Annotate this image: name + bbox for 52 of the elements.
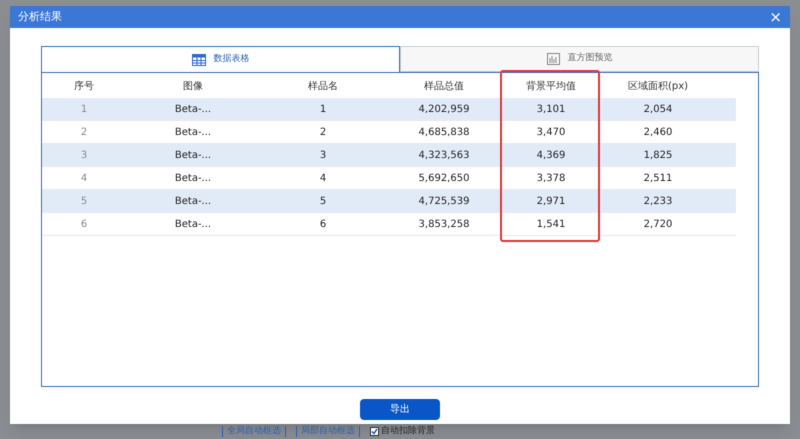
bar-chart-icon: [546, 53, 560, 65]
table-cell-text: Beta-...: [174, 126, 212, 140]
table-cell-text: 3,853,258: [418, 218, 470, 232]
table-cell-text: 3,378: [536, 172, 566, 186]
table-cell-text: 4,323,563: [418, 148, 470, 162]
table-cell-text: 2,054: [642, 102, 674, 116]
table-cell-text: 1: [318, 102, 328, 116]
table-cell-text: 2,233: [642, 194, 674, 208]
export-button[interactable]: 导出: [360, 399, 440, 420]
table-cell-text: 2,971: [536, 194, 566, 208]
table-icon: [192, 54, 206, 66]
table-cell-text: 3: [318, 148, 328, 162]
table-cell-text: 4: [80, 172, 88, 186]
table-cell-text: 2: [318, 126, 328, 140]
column-header: 背景平均值: [525, 80, 577, 94]
checkmark-icon: [371, 428, 378, 435]
column-header: 样品总值: [423, 80, 465, 94]
table-cell-text: 5: [80, 194, 88, 208]
column-header: 序号: [73, 80, 95, 94]
table-cell-text: 3,470: [536, 126, 566, 140]
table-cell-text: 4,202,959: [418, 102, 470, 116]
table-cell-text: 4,369: [536, 148, 566, 162]
table-cell-text: Beta-...: [174, 194, 212, 208]
column-header: 图像: [182, 80, 204, 94]
dialog-title: 分析结果: [18, 8, 62, 25]
table-cell-text: 4,725,539: [418, 194, 470, 208]
close-button[interactable]: ×: [769, 10, 782, 24]
table-cell-text: Beta-...: [174, 218, 212, 232]
table-cell-text: 3: [80, 148, 88, 162]
table-cell-text: 5,692,650: [418, 172, 470, 186]
table-cell-text: 6: [80, 218, 88, 232]
checkbox-label: 自动扣除背景: [381, 426, 435, 437]
table-cell-text: 1,541: [536, 218, 566, 232]
table-cell-text: Beta-...: [174, 148, 212, 162]
table-cell-text: 4,685,838: [418, 126, 470, 140]
table-cell-text: 5: [318, 194, 328, 208]
checkbox[interactable]: [370, 427, 379, 436]
table-cell-text: 1: [80, 102, 88, 116]
tab[interactable]: 直方图预览: [400, 46, 759, 72]
table-cell-text: 6: [318, 218, 328, 232]
table-cell-text: 2: [80, 126, 88, 140]
tab[interactable]: 数据表格: [41, 46, 400, 72]
table-cell-text: 2,460: [642, 126, 674, 140]
table-cell-text: 2,511: [642, 172, 674, 186]
table-cell-text: Beta-...: [174, 172, 212, 186]
table-cell-text: 4: [318, 172, 328, 186]
table-cell-text: 2,720: [642, 218, 674, 232]
column-header: 区域面积(px): [626, 80, 690, 94]
table-cell-text: Beta-...: [174, 102, 212, 116]
table-cell-text: 1,825: [642, 148, 674, 162]
column-header: 样品名: [307, 80, 339, 94]
table-cell-text: 3,101: [536, 102, 566, 116]
